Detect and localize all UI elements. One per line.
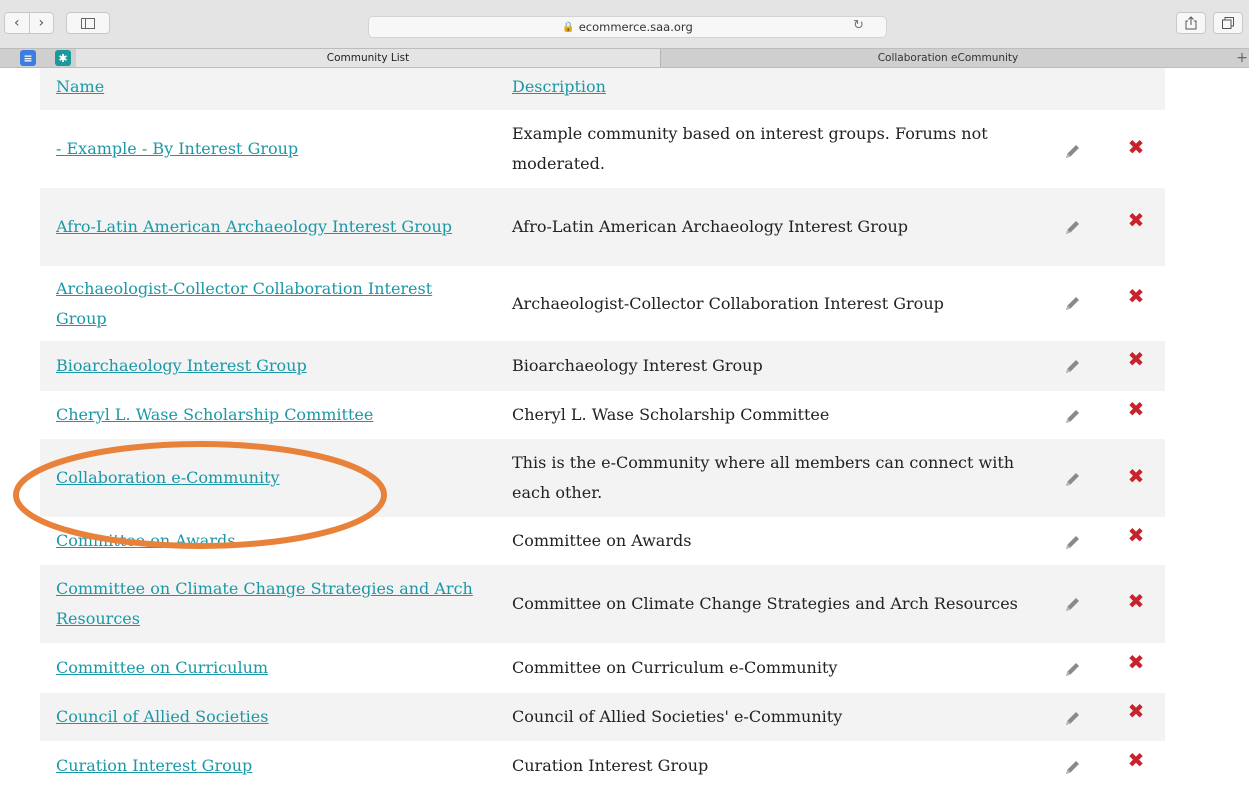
table-row: Council of Allied Societies Council of A… [40,693,1165,741]
table-row: Committee on Curriculum Committee on Cur… [40,643,1165,693]
table-row: Curation Interest Group Curation Interes… [40,741,1165,785]
pencil-icon[interactable] [1062,533,1082,553]
community-name-link[interactable]: Committee on Climate Change Strategies a… [56,574,486,634]
sidebar-icon [81,17,95,29]
community-name-link[interactable]: Cheryl L. Wase Scholarship Committee [56,400,373,430]
pencil-icon[interactable] [1062,357,1082,377]
table-header-row: Name Description [40,68,1165,110]
description-header-label[interactable]: Description [512,77,606,96]
pencil-icon[interactable] [1062,407,1082,427]
table-row: - Example - By Interest Group Example co… [40,110,1165,188]
community-description: Bioarchaeology Interest Group [512,356,763,375]
name-header-label[interactable]: Name [56,77,104,96]
delete-x-icon[interactable]: ✖ [1126,466,1146,486]
url-text: ecommerce.saa.org [578,20,693,34]
description-column-header[interactable]: Description [512,68,1042,110]
reload-icon[interactable]: ↻ [853,18,864,33]
tabs-icon [1222,17,1234,29]
docs-favicon-icon[interactable]: ≡ [20,50,36,66]
table-row: Committee on Awards Committee on Awards … [40,517,1165,565]
tab-bar: ≡ ✱ Community List Collaboration eCommun… [0,48,1249,68]
delete-x-icon[interactable]: ✖ [1126,286,1146,306]
table-row: Cheryl L. Wase Scholarship Committee Che… [40,391,1165,439]
delete-x-icon[interactable]: ✖ [1126,210,1146,230]
pencil-icon[interactable] [1062,660,1082,680]
table-row-highlighted: Collaboration e-Community This is the e-… [40,439,1165,517]
community-description: Archaeologist-Collector Collaboration In… [512,293,944,313]
community-description: Committee on Curriculum e-Community [512,658,838,677]
pencil-icon[interactable] [1062,595,1082,615]
table-row: Committee on Climate Change Strategies a… [40,565,1165,643]
community-name-link[interactable]: Archaeologist-Collector Collaboration In… [56,274,486,334]
community-name-link[interactable]: - Example - By Interest Group [56,134,298,164]
back-icon[interactable]: ‹ [5,13,29,33]
table-row: Bioarchaeology Interest Group Bioarchaeo… [40,341,1165,391]
delete-x-icon[interactable]: ✖ [1126,652,1146,672]
community-name-link[interactable]: Committee on Curriculum [56,653,268,683]
community-description: Committee on Awards [512,531,692,550]
pencil-icon[interactable] [1062,758,1082,778]
community-name-link[interactable]: Curation Interest Group [56,751,252,781]
browser-toolbar: ‹ › 🔒 ecommerce.saa.org ↻ [0,0,1249,48]
sidebar-toggle-button[interactable] [66,12,110,34]
tab-label: Community List [326,52,410,64]
community-name-link[interactable]: Afro-Latin American Archaeology Interest… [56,212,452,242]
forward-icon[interactable]: › [28,13,54,33]
saa-favicon-icon[interactable]: ✱ [55,50,71,66]
delete-x-icon[interactable]: ✖ [1126,399,1146,419]
share-button[interactable] [1176,12,1206,34]
tab-community-list[interactable]: Community List [76,49,660,67]
community-description: This is the e-Community where all member… [512,453,1015,502]
pencil-icon[interactable] [1062,142,1082,162]
community-name-link[interactable]: Committee on Awards [56,526,235,556]
community-name-link[interactable]: Collaboration e-Community [56,463,280,493]
pencil-icon[interactable] [1062,294,1082,314]
community-description: Example community based on interest grou… [512,124,988,173]
community-name-link[interactable]: Council of Allied Societies [56,702,268,732]
nav-buttons: ‹ › [4,12,54,34]
delete-x-icon[interactable]: ✖ [1126,349,1146,369]
table-row: Archaeologist-Collector Collaboration In… [40,266,1165,341]
delete-x-icon[interactable]: ✖ [1126,591,1146,611]
community-description: Committee on Climate Change Strategies a… [512,594,1018,613]
lock-icon: 🔒 [562,21,575,33]
delete-x-icon[interactable]: ✖ [1126,137,1146,157]
tab-label: Collaboration eCommunity [877,52,1019,64]
delete-x-icon[interactable]: ✖ [1126,701,1146,721]
community-description: Afro-Latin American Archaeology Interest… [512,217,909,236]
new-tab-icon[interactable]: + [1235,49,1249,67]
table-row: Afro-Latin American Archaeology Interest… [40,188,1165,266]
community-description: Council of Allied Societies' e-Community [512,707,843,726]
tabs-overview-button[interactable] [1213,12,1243,34]
delete-x-icon[interactable]: ✖ [1126,750,1146,770]
pencil-icon[interactable] [1062,709,1082,729]
community-table: Name Description - Example - By Interest… [40,68,1165,785]
share-icon [1185,16,1197,30]
community-description: Curation Interest Group [512,756,709,775]
delete-x-icon[interactable]: ✖ [1126,525,1146,545]
community-description: Cheryl L. Wase Scholarship Committee [512,405,830,424]
address-bar[interactable]: 🔒 ecommerce.saa.org ↻ [368,16,887,38]
name-column-header[interactable]: Name [56,68,486,110]
pencil-icon[interactable] [1062,218,1082,238]
tab-collaboration-ecommunity[interactable]: Collaboration eCommunity [660,49,1235,67]
community-name-link[interactable]: Bioarchaeology Interest Group [56,351,307,381]
pencil-icon[interactable] [1062,470,1082,490]
